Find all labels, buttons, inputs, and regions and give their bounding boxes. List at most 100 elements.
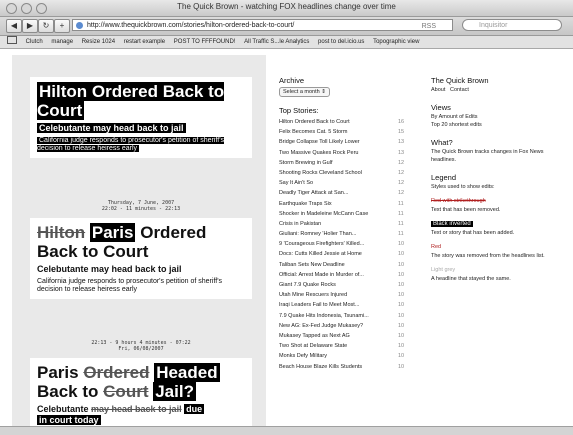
about-link[interactable]: About [431, 87, 445, 93]
top-story-item[interactable]: Two Shot at Delaware State 10 [279, 341, 409, 351]
top-story-title: Beach House Blaze Kills Students [279, 363, 363, 370]
top-story-item[interactable]: Two Massive Quakes Rock Peru 13 [279, 148, 409, 158]
top-story-title: Iraqi Leaders Fail to Meet Most... [279, 302, 360, 309]
top-story-item[interactable]: Mukasey Tapped as Next AG 10 [279, 331, 409, 341]
headline-card[interactable]: Hilton Ordered Back to Court Celebutante… [30, 77, 252, 158]
added-text: Celebutante may head back to jail [37, 123, 186, 133]
legend-inverted-sample: Black inverted [431, 221, 473, 227]
top-story-edit-count: 10 [398, 292, 405, 299]
month-select[interactable]: Select a month ⇕ [279, 87, 330, 97]
top-story-item[interactable]: Giuliani: Romney 'Holier Than... 11 [279, 229, 409, 239]
search-input[interactable]: Inquisitor [462, 19, 562, 31]
bookmark-item[interactable]: All Traffic S...le Analytics [244, 39, 309, 45]
top-story-item[interactable]: Felix Becomes Cat. 5 Storm 15 [279, 127, 409, 137]
bookmark-item[interactable]: manage [51, 39, 73, 45]
bookmark-item[interactable]: post to del.icio.us [318, 39, 364, 45]
search-placeholder: Inquisitor [479, 22, 508, 29]
legend-red-sample: Red [431, 244, 442, 250]
headline-title: Hilton Ordered Back to Court [37, 82, 245, 120]
top-story-item[interactable]: Giant 7.9 Quake Rocks 10 [279, 280, 409, 290]
unchanged-text: Paris [37, 363, 79, 382]
top-story-item[interactable]: Official: Arrest Made in Murder of... 10 [279, 270, 409, 280]
bookmark-item[interactable]: restart example [124, 39, 165, 45]
title-bar: The Quick Brown - watching FOX headlines… [0, 0, 573, 17]
address-bar[interactable]: http://www.thequickbrown.com/stories/hil… [72, 19, 453, 31]
headline-summary: California judge responds to prosecutor'… [37, 278, 223, 293]
top-story-item[interactable]: 9 'Courageous Firefighters' Killed... 10 [279, 239, 409, 249]
views-shortest-link[interactable]: Top 20 shortest edits [431, 121, 559, 130]
top-story-edit-count: 11 [398, 210, 404, 217]
headline-dek: Celebutante may head back to jail due in … [37, 404, 245, 426]
bookmark-item[interactable]: POST TO FFFFOUND! [174, 39, 236, 45]
bookmark-item[interactable]: Clutch [26, 39, 43, 45]
what-heading: What? [431, 137, 453, 147]
top-story-title: Say It Ain't So [279, 180, 314, 187]
headline-dek: Celebutante may head back to jail [37, 123, 245, 134]
top-story-item[interactable]: Crisis in Pakistan 11 [279, 219, 409, 229]
add-bookmark-button[interactable]: + [54, 19, 70, 33]
top-story-item[interactable]: Shocker in Madeleine McCann Case 11 [279, 209, 409, 219]
headline-card[interactable]: Hilton Paris Ordered Back to Court Celeb… [30, 218, 252, 299]
show-all-bookmarks-icon[interactable] [7, 36, 17, 44]
bookmark-item[interactable]: Topographic view [373, 39, 419, 45]
top-story-item[interactable]: Storm Brewing in Gulf 12 [279, 158, 409, 168]
headline-card[interactable]: Paris Ordered Headed Back to Court Jail? … [30, 358, 252, 426]
top-story-item[interactable]: Shooting Rocks Cleveland School 12 [279, 168, 409, 178]
top-story-edit-count: 12 [398, 190, 405, 197]
top-story-title: Shocker in Madeleine McCann Case [279, 210, 369, 217]
removed-text: Court [103, 382, 149, 401]
top-story-edit-count: 10 [398, 241, 405, 248]
top-story-item[interactable]: Hilton Ordered Back to Court 16 [279, 117, 409, 127]
top-story-edit-count: 10 [398, 312, 405, 319]
top-story-title: Mukasey Tapped as Next AG [279, 332, 350, 339]
legend-heading: Legend [431, 172, 457, 182]
top-story-title: Utah Mine Rescuers Injured [279, 292, 348, 299]
top-story-item[interactable]: Utah Mine Rescuers Injured 10 [279, 290, 409, 300]
top-story-edit-count: 11 [398, 231, 404, 238]
top-story-item[interactable]: Beach House Blaze Kills Students 10 [279, 362, 409, 372]
timestamp-date: Fri, 06/08/2007 [118, 346, 164, 352]
browser-window: The Quick Brown - watching FOX headlines… [0, 0, 573, 435]
top-story-item[interactable]: Deadly Tiger Attack at San... 12 [279, 188, 409, 198]
legend-grey-sample: Light grey [431, 267, 456, 273]
top-story-item[interactable]: Earthquake Traps Six 11 [279, 199, 409, 209]
top-story-item[interactable]: Iraqi Leaders Fail to Meet Most... 10 [279, 300, 409, 310]
top-story-item[interactable]: Monks Defy Military 10 [279, 351, 409, 361]
back-button[interactable]: ◀ [6, 19, 22, 33]
forward-button[interactable]: ▶ [22, 19, 38, 33]
top-story-item[interactable]: New AG: Ex-Fed Judge Mukasey? 10 [279, 321, 409, 331]
top-story-item[interactable]: 7.9 Quake Hits Indonesia, Tsunami... 10 [279, 311, 409, 321]
back-arrow-icon: ◀ [10, 21, 18, 30]
window-title: The Quick Brown - watching FOX headlines… [177, 2, 396, 11]
bookmark-item[interactable]: Resize 1024 [82, 39, 115, 45]
version-timestamp: 22:13 - 9 hours 4 minutes - 07:22 Fri, 0… [30, 340, 252, 352]
added-text: Hilton Ordered Back to Court [37, 82, 225, 120]
top-story-edit-count: 11 [398, 200, 404, 207]
contact-link[interactable]: Contact [450, 87, 469, 93]
top-story-edit-count: 10 [398, 332, 405, 339]
legend-inverted-row: Black inverted [431, 220, 559, 229]
top-story-item[interactable]: Say It Ain't So 12 [279, 178, 409, 188]
top-story-title: Official: Arrest Made in Murder of... [279, 271, 364, 278]
top-story-edit-count: 10 [398, 363, 405, 370]
top-story-item[interactable]: Taliban Sets New Deadline 10 [279, 260, 409, 270]
legend-red-description: The story was removed from the headlines… [431, 252, 545, 259]
top-story-edit-count: 10 [398, 343, 405, 350]
views-edits-link[interactable]: By Amount of Edits [431, 113, 559, 122]
rss-icon[interactable]: RSS [422, 21, 436, 30]
added-text: Jail? [153, 382, 196, 401]
headline-history: Hilton Ordered Back to Court Celebutante… [12, 55, 266, 426]
top-story-edit-count: 10 [398, 282, 405, 288]
top-story-edit-count: 10 [398, 302, 405, 309]
reload-icon: ↻ [42, 21, 50, 30]
top-story-item[interactable]: Docs: Cutts Killed Jessie at Home 10 [279, 249, 409, 259]
reload-button[interactable]: ↻ [38, 19, 54, 33]
top-story-edit-count: 12 [398, 159, 405, 166]
archive-heading: Archive [279, 76, 305, 85]
address-url: http://www.thequickbrown.com/stories/hil… [87, 22, 295, 29]
top-story-item[interactable]: Bridge Collapse Toll Likely Lower 13 [279, 137, 409, 147]
brand-heading[interactable]: The Quick Brown [431, 76, 559, 86]
top-story-title: 7.9 Quake Hits Indonesia, Tsunami... [279, 312, 369, 319]
legend-strike-sample: Red with strikethrough [431, 198, 486, 204]
legend-inverted-description: Text or story that has been added. [431, 229, 515, 236]
